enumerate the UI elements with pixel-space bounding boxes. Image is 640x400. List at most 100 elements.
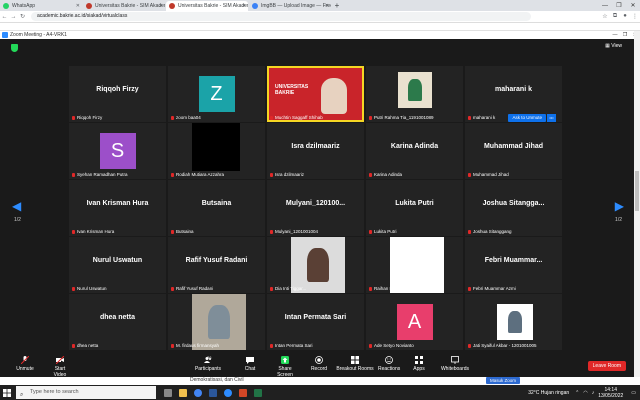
- scrollbar-thumb[interactable]: [635, 171, 639, 211]
- whiteboards-button[interactable]: Whiteboards: [440, 356, 470, 372]
- participant-name: Muchtin Saggaff Shihab: [275, 115, 323, 120]
- clock[interactable]: 14:14 13/05/2022: [598, 387, 623, 399]
- more-options-icon[interactable]: •••: [547, 114, 556, 122]
- view-button[interactable]: View: [605, 43, 622, 49]
- breakout-rooms-button[interactable]: Breakout Rooms: [336, 356, 374, 372]
- share-screen-button[interactable]: Share Screen: [270, 356, 300, 378]
- system-tray: 32°C Hujan ringan ⌃ ◠ ♪ 14:14 13/05/2022…: [528, 387, 640, 399]
- previous-page-icon[interactable]: ◀: [12, 199, 21, 213]
- profile-icon[interactable]: ●: [620, 13, 630, 20]
- forward-icon[interactable]: →: [9, 14, 18, 20]
- participant-tile[interactable]: Joshua Sitangga... Joshua Sitanggang: [465, 180, 562, 236]
- chevron-up-icon[interactable]: ⌃: [575, 390, 579, 396]
- record-button[interactable]: Record: [310, 356, 328, 372]
- excel-icon[interactable]: [250, 385, 265, 400]
- security-shield-icon[interactable]: [11, 44, 18, 52]
- zoom-maximize-icon[interactable]: ❐: [620, 32, 630, 38]
- taskbar-search-input[interactable]: ⌕ Type here to search: [16, 386, 156, 399]
- chat-icon: [246, 357, 254, 364]
- masuk-zoom-button[interactable]: Masuk Zoom: [486, 377, 521, 384]
- participants-button[interactable]: 26 Participants: [194, 355, 222, 372]
- participant-tile[interactable]: Mulyani_120100... Mulyani_1201001004: [267, 180, 364, 236]
- zoom-app-icon[interactable]: [220, 385, 235, 400]
- tab-close-icon[interactable]: ✕: [76, 1, 80, 11]
- new-tab-button[interactable]: +: [332, 1, 342, 11]
- chrome-icon[interactable]: [190, 385, 205, 400]
- browser-tab[interactable]: WhatsApp ✕: [0, 1, 82, 11]
- word-icon[interactable]: [205, 385, 220, 400]
- notification-icon[interactable]: ▭: [631, 390, 636, 396]
- file-explorer-icon[interactable]: [175, 385, 190, 400]
- menu-icon[interactable]: ⋮: [630, 13, 640, 20]
- weather-widget[interactable]: 32°C Hujan ringan: [528, 390, 569, 396]
- star-icon[interactable]: ☆: [600, 13, 610, 20]
- next-page-icon[interactable]: ▶: [615, 199, 624, 213]
- participant-tile[interactable]: Febri Muammar... Febri Muammar Azmi: [465, 237, 562, 293]
- participant-avatar: S: [99, 133, 136, 169]
- close-icon[interactable]: ✕: [626, 2, 640, 9]
- tab-close-icon[interactable]: ✕: [325, 1, 329, 11]
- address-bar: ← → ↻ academic.bakrie.ac.id/siakad/virtu…: [0, 11, 640, 23]
- tab-close-icon[interactable]: ✕: [159, 1, 163, 11]
- participant-tile[interactable]: Intan Permata Sari Intan Permata Sari: [267, 294, 364, 350]
- tab-favicon-icon: [252, 3, 258, 9]
- participant-tile[interactable]: Rafif Yusuf Radani Rafif Yusuf Radani: [168, 237, 265, 293]
- zoom-minimize-icon[interactable]: —: [610, 32, 620, 38]
- page-scrollbar[interactable]: [634, 31, 640, 377]
- browser-tab[interactable]: Universitas Bakrie - SIM Akadem ✕: [166, 1, 248, 11]
- participant-tile[interactable]: S Syehan Ramadhan Putra: [69, 123, 166, 179]
- participant-tile[interactable]: M. firdaus firmansyah: [168, 294, 265, 350]
- participant-tile[interactable]: Raihan Fau... - 1181001008: [366, 237, 463, 293]
- tab-title: ImgBB — Upload Image — Free: [261, 3, 331, 9]
- reactions-label: Reactions: [378, 366, 401, 372]
- powerpoint-icon[interactable]: [235, 385, 250, 400]
- extensions-icon[interactable]: ⧉: [610, 13, 620, 20]
- leave-room-button[interactable]: Leave Room: [587, 361, 626, 371]
- reload-icon[interactable]: ↻: [18, 13, 27, 20]
- participant-tile[interactable]: Nurul Uswatun Nurul Uswatun: [69, 237, 166, 293]
- participant-tile[interactable]: UNIVERSITAS BAKRIE Muchtin Saggaff Shihab: [267, 66, 364, 122]
- participant-tile[interactable]: dhea netta dhea netta: [69, 294, 166, 350]
- task-view-icon[interactable]: [160, 385, 175, 400]
- reactions-button[interactable]: Reactions: [378, 356, 400, 372]
- participant-tile[interactable]: Jati Syaiful Akbar - 1201001005: [465, 294, 562, 350]
- volume-icon[interactable]: ♪: [592, 390, 595, 396]
- minimize-icon[interactable]: —: [598, 3, 612, 9]
- back-icon[interactable]: ←: [0, 14, 9, 20]
- participant-tile[interactable]: Butsaina Butsaina: [168, 180, 265, 236]
- participant-tile[interactable]: Putri Rahma Tia_1191001089: [366, 66, 463, 122]
- participant-tile[interactable]: Zzoom baa04: [168, 66, 265, 122]
- participant-tile[interactable]: Dia Inti Tiggar...: [267, 237, 364, 293]
- ask-to-unmute-button[interactable]: Ask to Unmute: [508, 114, 546, 122]
- maximize-icon[interactable]: ❐: [612, 2, 626, 9]
- participant-tile[interactable]: Ivan Krisman Hura Ivan Krisman Hura: [69, 180, 166, 236]
- participant-name: Nurul Uswatun: [77, 286, 107, 291]
- tab-close-icon[interactable]: ✕: [242, 1, 246, 11]
- participant-display-name: Intan Permata Sari: [284, 314, 347, 321]
- start-button[interactable]: [0, 385, 14, 400]
- participant-name-label: Muhammad Jihad: [468, 172, 509, 177]
- participant-tile[interactable]: Muhammad Jihad Muhammad Jihad Ask to Unmut…: [465, 114, 562, 179]
- muted-mic-icon: [369, 116, 372, 120]
- participant-video: UNIVERSITAS BAKRIE: [269, 68, 362, 120]
- zoom-meeting-area: View ◀ 1/2 ▶ 1/2 Riqqoh FirzyRiqqoh Firz…: [0, 39, 640, 359]
- muted-mic-icon: [369, 173, 372, 177]
- participant-display-name: Ivan Krisman Hura: [86, 200, 149, 207]
- participant-tile[interactable]: Karina Adinda Karina Adinda: [366, 123, 463, 179]
- participant-name-label: Jati Syaiful Akbar - 1201001005: [468, 343, 537, 348]
- participant-tile[interactable]: Isra dzilmaariz Isra dzilmaariz: [267, 123, 364, 179]
- participant-tile[interactable]: A Ade Setyo Novianto: [366, 294, 463, 350]
- chat-button[interactable]: Chat: [242, 356, 258, 372]
- start-video-button[interactable]: Start Video: [48, 356, 72, 378]
- browser-tab[interactable]: ImgBB — Upload Image — Free ✕: [249, 1, 331, 11]
- unmute-button[interactable]: Unmute: [14, 356, 36, 372]
- participant-tile[interactable]: Riqqoh Firzy Riqqoh Firzy: [69, 66, 166, 122]
- participant-display-name: Riqqoh Firzy: [96, 86, 139, 93]
- participant-tile[interactable]: Rodiah Mutiara Azzahra: [168, 123, 265, 179]
- network-icon[interactable]: ◠: [583, 390, 587, 396]
- participant-name-label: Syehan Ramadhan Putra: [72, 172, 128, 177]
- url-input[interactable]: academic.bakrie.ac.id/siakad/virtualclas…: [31, 12, 531, 21]
- apps-button[interactable]: Apps: [412, 356, 426, 372]
- browser-tab[interactable]: Universitas Bakrie - SIM Akademi ✕: [83, 1, 165, 11]
- participant-tile[interactable]: Lukita Putri Lukita Putri: [366, 180, 463, 236]
